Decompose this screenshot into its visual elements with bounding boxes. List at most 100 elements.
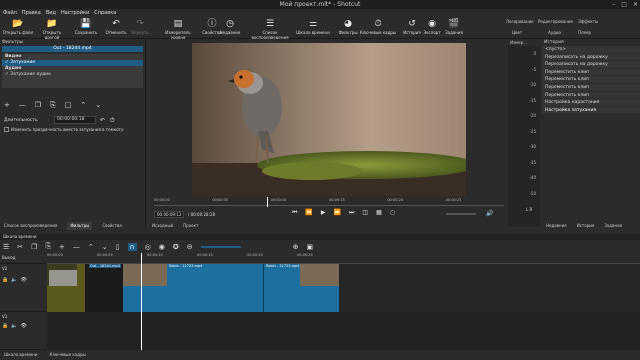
video-preview[interactable] [192, 43, 466, 196]
overwrite-icon[interactable]: ⌄ [102, 243, 108, 251]
fast-forward-icon[interactable]: ⏩ [334, 209, 341, 217]
tab-keyframes[interactable]: Ключевые кадры [49, 350, 85, 360]
lock-icon[interactable]: 🔒 [2, 323, 8, 329]
timeline-playhead[interactable] [141, 253, 142, 350]
deselect-filter-icon[interactable]: □ [65, 101, 72, 110]
tab-playlist[interactable]: Список воспроизведения [4, 222, 57, 230]
move-down-icon[interactable]: ⌄ [95, 101, 101, 110]
timeline-menu-icon[interactable]: ☰ [3, 243, 9, 251]
grid-icon[interactable]: ▦ [376, 209, 382, 217]
close-icon[interactable]: ✕ [633, 0, 638, 9]
zoom-in-icon[interactable]: ⊕ [293, 243, 299, 251]
menu-file[interactable]: Файл [3, 9, 17, 17]
opacity-checkbox[interactable] [4, 127, 9, 132]
player-ruler[interactable]: 00:00:00 00:00:05 00:00:10 00:00:15 00:00:20… [154, 198, 504, 206]
copy-filter-icon[interactable]: ❐ [35, 101, 41, 110]
paste-filter-icon[interactable]: ⎘ [50, 101, 56, 110]
zoom-icon[interactable]: ○ [390, 209, 395, 217]
history-item[interactable]: Настройка нарастания [542, 99, 640, 107]
split-icon[interactable]: ▯ [116, 243, 120, 251]
current-timecode[interactable]: 00:00:09:13 [154, 211, 185, 218]
snap-icon[interactable]: ∩ [127, 242, 137, 251]
tab-history[interactable]: История [577, 222, 595, 230]
history-item[interactable]: Переместить клип [542, 68, 640, 77]
duration-input[interactable]: 00:00:00:18 [54, 116, 96, 124]
layout-logging[interactable]: Логирование [506, 19, 534, 24]
tab-source[interactable]: Исходный [152, 222, 173, 230]
opacity-option[interactable]: Изменить прозрачность вместо затухания в… [4, 127, 123, 132]
history-item[interactable]: Переместить клип [542, 91, 640, 100]
save-button[interactable]: 💾 Сохранить [70, 18, 102, 38]
level-meter-button[interactable]: ▤ Измеритель уровня [160, 18, 196, 40]
history-item[interactable]: Переместить клип [542, 83, 640, 92]
tab-filters[interactable]: Фильтры [67, 222, 93, 230]
cut-icon[interactable]: ✂ [17, 243, 23, 251]
open-file-button[interactable]: 📂 Открыть файл [2, 18, 34, 38]
hide-icon[interactable]: 👁 [20, 277, 26, 283]
timeline-clip[interactable]: Robin - 21723.mp4 [123, 264, 263, 312]
filter-fade-audio[interactable]: ✓ Затухание аудио [2, 72, 143, 78]
keyframes-button[interactable]: ⏱ Ключевые кадры [358, 18, 398, 38]
remove-filter-icon[interactable]: — [19, 101, 26, 110]
mute-icon[interactable]: 🔈 [11, 277, 17, 283]
add-filter-icon[interactable]: + [4, 101, 10, 110]
menu-help[interactable]: Справка [94, 9, 116, 17]
tab-recent[interactable]: Недавние [546, 222, 567, 230]
open-other-button[interactable]: 📁 Открыть другой [36, 18, 68, 40]
menu-view[interactable]: Вид [46, 9, 56, 17]
layout-player[interactable]: Плеер [578, 30, 591, 35]
ripple-icon[interactable]: ◉ [159, 243, 165, 251]
append-icon[interactable]: + [59, 243, 65, 251]
layout-audio[interactable]: Аудио [548, 30, 561, 35]
menu-edit[interactable]: Правка [22, 9, 41, 17]
lock-icon[interactable]: 🔒 [2, 277, 8, 283]
tab-timeline[interactable]: Шкала времени [4, 350, 37, 360]
skip-end-icon[interactable]: ⏭ [349, 209, 354, 217]
zoom-fit-icon[interactable]: ▣ [307, 243, 314, 251]
tab-properties[interactable]: Свойства [102, 222, 122, 230]
volume-icon[interactable]: 🔊 [486, 210, 493, 217]
rewind-icon[interactable]: ⏪ [305, 209, 312, 217]
loop-icon[interactable]: ◫ [362, 209, 368, 217]
maximize-icon[interactable]: □ [621, 0, 627, 9]
minimize-icon[interactable]: – [612, 0, 615, 9]
paste-icon[interactable]: ⎘ [45, 242, 51, 251]
copy-icon[interactable]: ❐ [31, 243, 37, 251]
timeline-clip[interactable]: Out - 18244.mp4 [47, 264, 123, 312]
zoom-slider[interactable] [200, 245, 241, 248]
timeline-ruler[interactable]: 00:00:00 00:00:05 00:00:10 00:00:15 00:00:20… [47, 253, 640, 264]
track-v1[interactable] [47, 312, 640, 350]
skip-start-icon[interactable]: ⏮ [292, 209, 297, 217]
scrub-icon[interactable]: ◎ [145, 243, 151, 251]
history-item[interactable]: Переместить клип [542, 76, 640, 84]
move-up-icon[interactable]: ⌃ [80, 101, 86, 110]
player-playhead[interactable] [267, 197, 268, 207]
redo-button[interactable]: ↷ Вернуть [124, 18, 156, 38]
timeline-clip[interactable]: Robin - 21723.mp4 [263, 264, 339, 312]
zoom-out-icon[interactable]: ⊖ [187, 243, 193, 251]
layout-editing[interactable]: Редактирование [538, 19, 573, 24]
layout-effects[interactable]: Эффекты [578, 19, 598, 24]
remove-icon[interactable]: — [73, 243, 80, 251]
duration-keyframe-icon[interactable]: ⏱ [110, 117, 115, 125]
history-item[interactable]: Перезаписать на дорожку [542, 61, 640, 69]
layout-color[interactable]: Цвет [512, 30, 522, 35]
jobs-button[interactable]: 🎬 Задания [438, 18, 470, 38]
tab-jobs[interactable]: Задания [604, 222, 622, 230]
track-v2[interactable]: Out - 18244.mp4 Robin - 21723.mp4 Robin … [47, 264, 640, 312]
duration-undo-icon[interactable]: ↶ [100, 117, 105, 124]
recent-button[interactable]: ◷ Недавние [214, 18, 246, 38]
history-item[interactable]: Настройка затухания [542, 106, 640, 115]
ripple-all-icon[interactable]: ✪ [173, 243, 179, 251]
mute-icon[interactable]: 🔈 [11, 323, 17, 329]
history-item[interactable]: <пусто> [542, 46, 640, 54]
hide-icon[interactable]: 👁 [20, 323, 26, 329]
timeline-button[interactable]: ⚌ Шкала времени [296, 18, 330, 38]
playlist-button[interactable]: ☰ Список воспроизведения [246, 18, 294, 40]
tab-project[interactable]: Проект [183, 222, 198, 230]
play-icon[interactable]: ▶ [321, 209, 326, 217]
history-item[interactable]: Перезаписать на дорожку [542, 53, 640, 62]
menu-settings[interactable]: Настройки [61, 9, 89, 17]
lift-icon[interactable]: ⌃ [88, 243, 94, 251]
volume-slider[interactable] [446, 213, 476, 215]
